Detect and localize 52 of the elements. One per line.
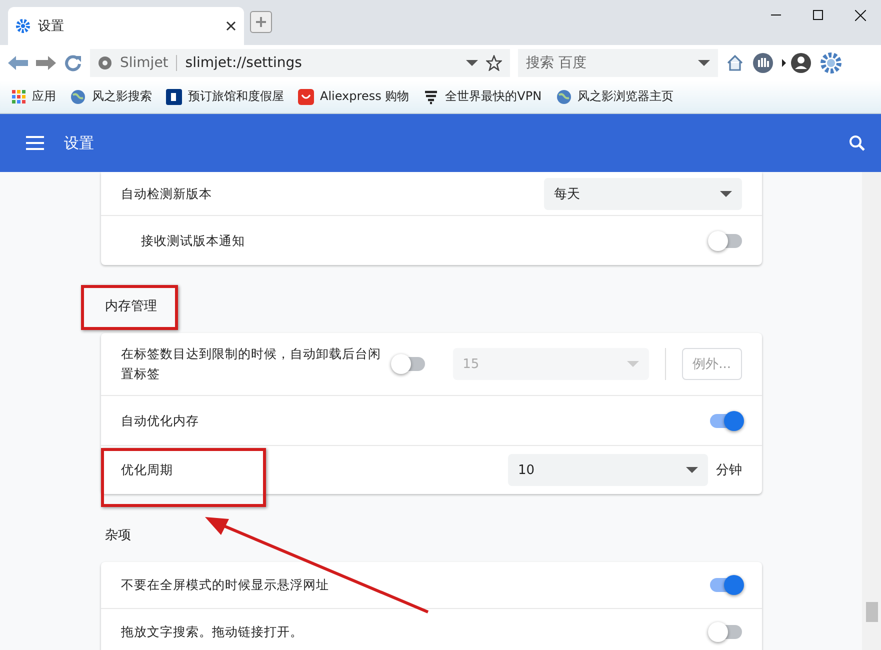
search-field[interactable]: 搜索 百度 xyxy=(518,48,718,76)
search-icon[interactable] xyxy=(849,135,865,151)
forward-arrow-icon[interactable] xyxy=(36,56,56,70)
toggle-switch[interactable] xyxy=(710,625,742,639)
close-icon xyxy=(854,10,866,20)
section-heading: 杂项 xyxy=(105,527,131,545)
setting-label: 自动优化内存 xyxy=(121,412,200,430)
tab-title: 设置 xyxy=(38,18,65,35)
setting-label: 在标签数目达到限制的时候，自动卸载后台闲置标签 xyxy=(121,345,382,383)
user-icon[interactable] xyxy=(782,52,812,74)
back-arrow-icon[interactable] xyxy=(8,56,28,70)
plus-icon xyxy=(255,16,267,28)
scrollbar[interactable] xyxy=(862,172,881,650)
star-icon[interactable] xyxy=(486,54,502,70)
browser-logo-icon xyxy=(98,56,112,70)
home-icon[interactable] xyxy=(726,54,744,72)
header-title: 设置 xyxy=(64,134,95,152)
browser-tab[interactable]: 设置 xyxy=(8,7,244,45)
toggle-switch[interactable] xyxy=(710,414,742,428)
setting-label: 接收测试版本通知 xyxy=(141,232,246,250)
gear-icon xyxy=(16,19,30,33)
letter-b-icon xyxy=(166,88,182,104)
toggle-switch[interactable] xyxy=(710,234,742,248)
unit-label: 分钟 xyxy=(716,462,742,479)
setting-label: 优化周期 xyxy=(121,461,174,479)
new-tab-button[interactable] xyxy=(250,11,272,33)
bookmark-link[interactable]: Aliexpress 购物 xyxy=(298,88,410,105)
setting-label: 拖放文字搜索。拖动链接打开。 xyxy=(121,623,304,641)
select-dropdown[interactable]: 10 xyxy=(508,454,708,486)
select-dropdown[interactable]: 每天 xyxy=(544,178,742,210)
toggle-switch[interactable] xyxy=(710,578,742,592)
setting-label: 自动检测新版本 xyxy=(121,184,213,202)
setting-label: 不要在全屏模式的时候显示悬浮网址 xyxy=(121,576,330,594)
site-label: Slimjet xyxy=(120,54,178,70)
bookmark-link[interactable]: 风之影搜索 xyxy=(70,88,152,105)
bookmark-link[interactable]: 应用 xyxy=(12,88,56,105)
bag-icon xyxy=(298,88,314,104)
reload-icon[interactable] xyxy=(64,54,82,72)
menu-icon[interactable] xyxy=(26,136,44,150)
bookmark-link[interactable]: 全世界最快的VPN xyxy=(423,88,542,105)
bookmark-link[interactable]: 预订旅馆和度假屋 xyxy=(166,88,284,105)
address-bar[interactable]: Slimjet slimjet://settings xyxy=(90,48,510,76)
gear-icon[interactable] xyxy=(820,52,842,74)
globe-icon xyxy=(556,88,572,104)
close-icon[interactable] xyxy=(226,21,236,31)
bookmark-link[interactable]: 风之影浏览器主页 xyxy=(556,88,674,105)
caret-icon[interactable] xyxy=(466,60,478,66)
globe-icon xyxy=(70,88,86,104)
grid-icon xyxy=(12,90,26,104)
maximize-icon xyxy=(813,10,823,20)
section-heading: 内存管理 xyxy=(105,298,157,316)
url-text: slimjet://settings xyxy=(185,54,303,70)
